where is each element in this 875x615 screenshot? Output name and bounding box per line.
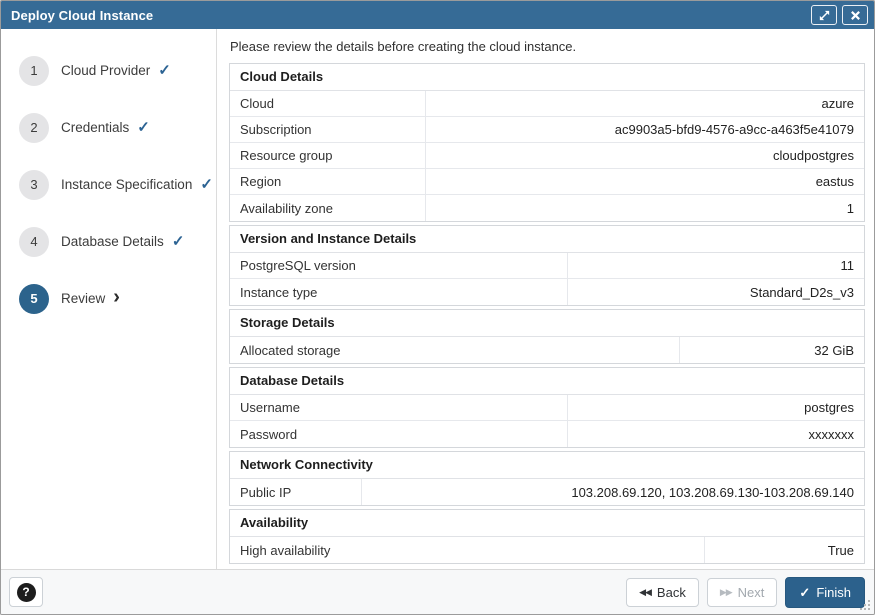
step-chevron-icon: › [113, 287, 120, 307]
dialog-titlebar: Deploy Cloud Instance [1, 1, 874, 29]
row-label: Public IP [230, 479, 362, 505]
step-label: Credentials [61, 120, 129, 135]
help-icon: ? [17, 583, 36, 602]
row-value: 11 [568, 253, 864, 278]
maximize-button[interactable] [811, 5, 837, 25]
step-number-circle: 3 [19, 170, 49, 200]
review-panel: Please review the details before creatin… [217, 29, 874, 569]
row-label: Username [230, 395, 568, 420]
review-row: Availability zone 1 [230, 195, 864, 221]
dialog-title: Deploy Cloud Instance [11, 8, 806, 23]
close-icon [850, 10, 861, 21]
review-section: Database Details Username postgres Passw… [229, 367, 865, 448]
row-value: ac9903a5-bfd9-4576-a9cc-a463f5e41079 [426, 117, 864, 142]
back-button-label: Back [657, 585, 686, 600]
next-icon: ▶▶ [720, 588, 732, 597]
review-row: Cloud azure [230, 91, 864, 117]
next-button-label: Next [738, 585, 765, 600]
row-value: 103.208.69.120, 103.208.69.130-103.208.6… [362, 479, 864, 505]
row-label: Region [230, 169, 426, 194]
review-row: Instance type Standard_D2s_v3 [230, 279, 864, 305]
step-number-circle: 4 [19, 227, 49, 257]
help-button[interactable]: ? [9, 577, 43, 607]
step-check-icon: ✓ [137, 120, 150, 135]
wizard-step-database-details[interactable]: 4 Database Details ✓ [1, 213, 216, 270]
section-title: Availability [230, 510, 864, 537]
wizard-step-review[interactable]: 5 Review › [1, 270, 216, 327]
review-row: Public IP 103.208.69.120, 103.208.69.130… [230, 479, 864, 505]
review-section: Availability High availability True [229, 509, 865, 564]
row-value: postgres [568, 395, 864, 420]
review-row: Resource group cloudpostgres [230, 143, 864, 169]
section-title: Network Connectivity [230, 452, 864, 479]
row-value: 1 [426, 195, 864, 221]
review-section: Network Connectivity Public IP 103.208.6… [229, 451, 865, 506]
wizard-step-instance-specification[interactable]: 3 Instance Specification ✓ [1, 156, 216, 213]
deploy-cloud-instance-dialog: Deploy Cloud Instance 1 Cloud Provider ✓ [0, 0, 875, 615]
back-icon: ◀◀ [639, 588, 651, 597]
step-number-circle: 5 [19, 284, 49, 314]
row-value: Standard_D2s_v3 [568, 279, 864, 305]
finish-button[interactable]: ✓ Finish [785, 577, 865, 608]
review-row: Subscription ac9903a5-bfd9-4576-a9cc-a46… [230, 117, 864, 143]
next-button[interactable]: ▶▶ Next [707, 578, 778, 607]
maximize-icon [818, 9, 831, 22]
review-row: Region eastus [230, 169, 864, 195]
finish-button-label: Finish [816, 585, 851, 600]
step-check-icon: ✓ [200, 177, 213, 192]
row-label: Subscription [230, 117, 426, 142]
review-intro-text: Please review the details before creatin… [230, 39, 865, 54]
review-section: Storage Details Allocated storage 32 GiB [229, 309, 865, 364]
back-button[interactable]: ◀◀ Back [626, 578, 699, 607]
finish-check-icon: ✓ [799, 586, 810, 599]
dialog-body: 1 Cloud Provider ✓ 2 Credentials ✓ 3 Ins… [1, 29, 874, 569]
step-check-icon: ✓ [158, 63, 171, 78]
row-label: Cloud [230, 91, 426, 116]
step-label: Cloud Provider [61, 63, 150, 78]
row-value: 32 GiB [680, 337, 864, 363]
row-label: Password [230, 421, 568, 447]
resize-grip-icon[interactable] [860, 600, 871, 611]
review-row: PostgreSQL version 11 [230, 253, 864, 279]
step-number-circle: 2 [19, 113, 49, 143]
row-value: xxxxxxx [568, 421, 864, 447]
row-value: eastus [426, 169, 864, 194]
section-title: Version and Instance Details [230, 226, 864, 253]
review-row: Password xxxxxxx [230, 421, 864, 447]
dialog-footer: ? ◀◀ Back ▶▶ Next ✓ Finish [1, 569, 874, 614]
wizard-steps: 1 Cloud Provider ✓ 2 Credentials ✓ 3 Ins… [1, 29, 217, 569]
step-number-circle: 1 [19, 56, 49, 86]
review-section: Version and Instance Details PostgreSQL … [229, 225, 865, 306]
review-row: High availability True [230, 537, 864, 563]
close-button[interactable] [842, 5, 868, 25]
section-title: Database Details [230, 368, 864, 395]
row-label: Instance type [230, 279, 568, 305]
review-section: Cloud Details Cloud azure Subscription a… [229, 63, 865, 222]
review-row: Allocated storage 32 GiB [230, 337, 864, 363]
step-check-icon: ✓ [172, 234, 185, 249]
wizard-step-cloud-provider[interactable]: 1 Cloud Provider ✓ [1, 42, 216, 99]
step-label: Review [61, 291, 105, 306]
row-label: PostgreSQL version [230, 253, 568, 278]
row-label: Availability zone [230, 195, 426, 221]
step-label: Instance Specification [61, 177, 192, 192]
wizard-step-credentials[interactable]: 2 Credentials ✓ [1, 99, 216, 156]
step-label: Database Details [61, 234, 164, 249]
row-label: High availability [230, 537, 705, 563]
review-row: Username postgres [230, 395, 864, 421]
section-title: Storage Details [230, 310, 864, 337]
review-sections: Cloud Details Cloud azure Subscription a… [229, 63, 865, 564]
row-value: cloudpostgres [426, 143, 864, 168]
row-label: Allocated storage [230, 337, 680, 363]
section-title: Cloud Details [230, 64, 864, 91]
row-value: True [705, 537, 864, 563]
row-label: Resource group [230, 143, 426, 168]
row-value: azure [426, 91, 864, 116]
